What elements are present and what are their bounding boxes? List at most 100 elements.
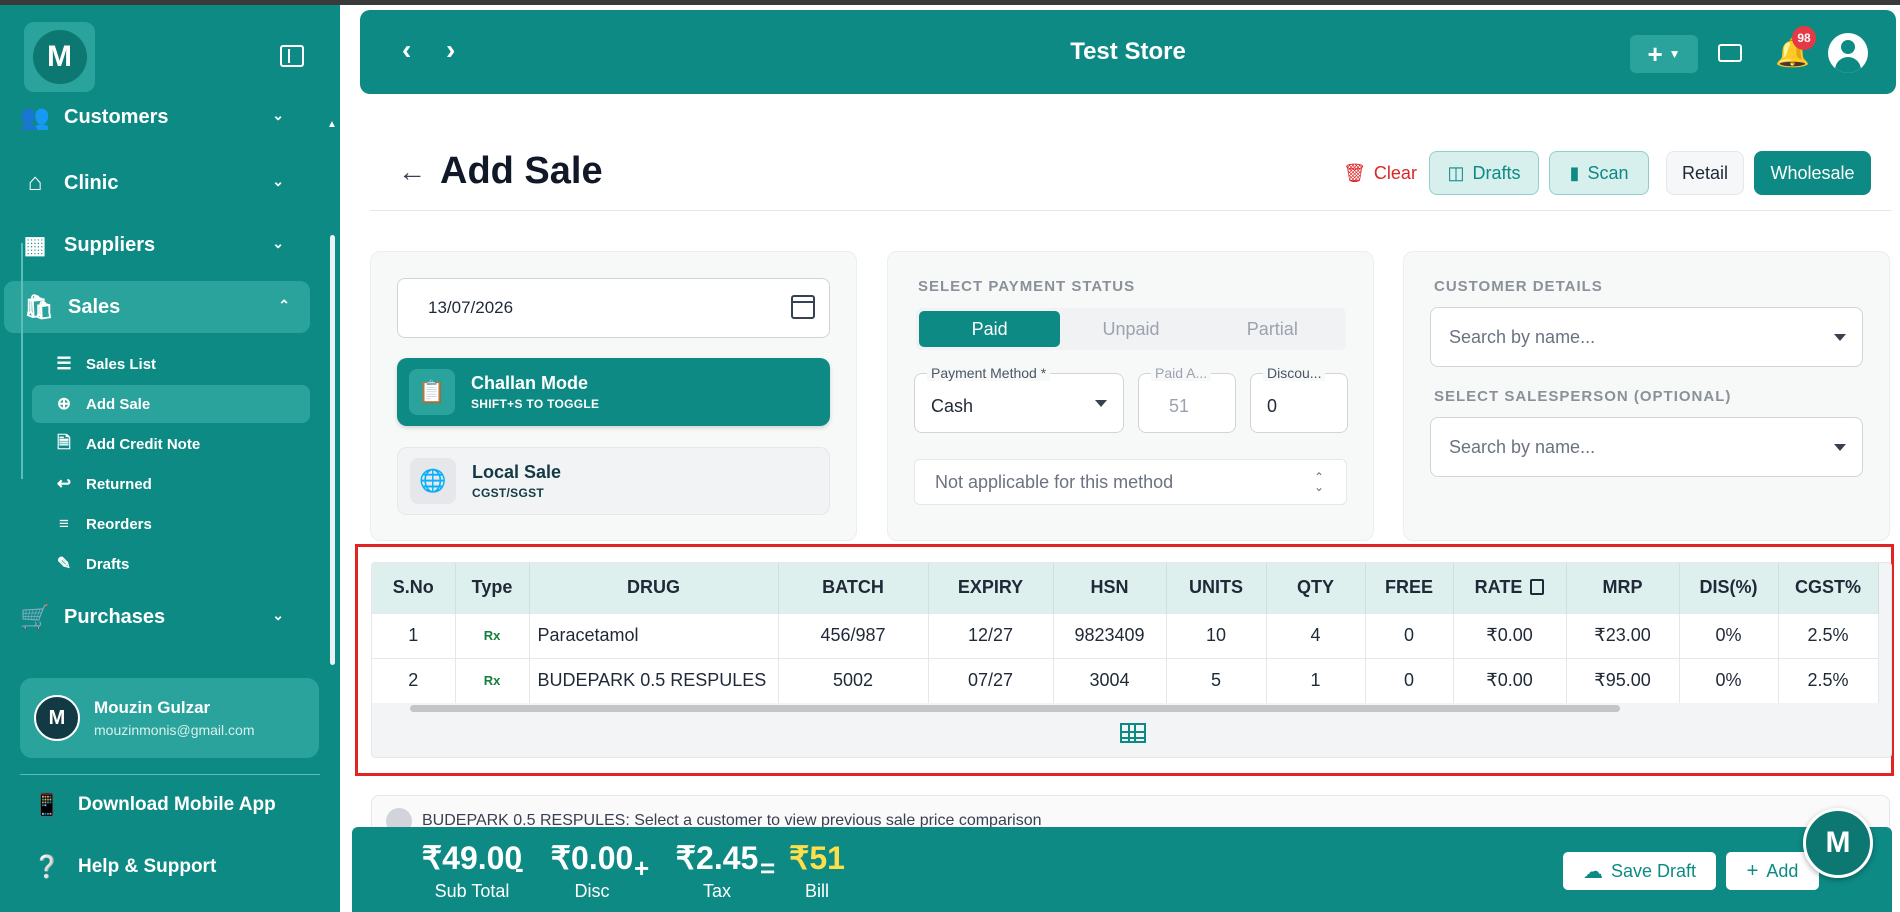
clear-label: Clear xyxy=(1373,162,1417,183)
col-qty[interactable]: QTY xyxy=(1266,563,1366,613)
cell-mrp[interactable]: ₹23.00 xyxy=(1566,612,1680,658)
cell-dis[interactable]: 0% xyxy=(1679,657,1779,703)
col-expiry[interactable]: EXPIRY xyxy=(928,563,1054,613)
profile-icon[interactable] xyxy=(1828,33,1868,73)
page-back-arrow-icon[interactable]: ← xyxy=(398,156,426,188)
cell-drug[interactable]: Paracetamol xyxy=(529,612,779,658)
cell-free[interactable]: 0 xyxy=(1365,612,1454,658)
col-units[interactable]: UNITS xyxy=(1166,563,1267,613)
cell-qty[interactable]: 1 xyxy=(1266,657,1366,703)
cell-rate[interactable]: ₹0.00 xyxy=(1453,657,1567,703)
col-rate[interactable]: RATE xyxy=(1453,563,1567,613)
save-draft-button[interactable]: ☁ Save Draft xyxy=(1562,851,1717,891)
local-sale-toggle[interactable]: 🌐 Local Sale CGST/SGST xyxy=(397,447,830,515)
salesperson-search-select[interactable]: Search by name... xyxy=(1430,417,1863,477)
cell-hsn[interactable]: 9823409 xyxy=(1053,612,1167,658)
col-mrp[interactable]: MRP xyxy=(1566,563,1680,613)
calculator-icon[interactable] xyxy=(1530,579,1545,596)
cell-expiry[interactable]: 07/27 xyxy=(928,657,1054,703)
drafts-button[interactable]: ◫ Drafts xyxy=(1429,151,1539,195)
sidebar-divider xyxy=(20,774,320,775)
bill-summary-footer: ₹49.00 Sub Total - ₹0.00 Disc + ₹2.45 Ta… xyxy=(352,827,1892,912)
table-row[interactable]: 1 Rx Paracetamol 456/987 12/27 9823409 1… xyxy=(372,612,1879,658)
drafts-label: Drafts xyxy=(1472,162,1521,183)
app-logo[interactable]: M xyxy=(24,22,95,92)
save-draft-label: Save Draft xyxy=(1610,860,1697,881)
payment-status-paid[interactable]: Paid xyxy=(919,311,1061,347)
col-hsn[interactable]: HSN xyxy=(1053,563,1167,613)
quick-add-button[interactable]: + ▼ xyxy=(1630,35,1698,73)
menu-icon: ≡ xyxy=(59,514,69,533)
col-rate-label: RATE xyxy=(1474,577,1523,598)
cell-free[interactable]: 0 xyxy=(1365,657,1454,703)
subitem-label: Add Credit Note xyxy=(86,435,201,453)
challan-mode-toggle[interactable]: 📋 Challan Mode SHIFT+S TO TOGGLE xyxy=(397,358,830,426)
subitem-label: Add Sale xyxy=(86,395,151,413)
sidebar-item-label: Sales xyxy=(68,295,121,318)
cell-batch[interactable]: 456/987 xyxy=(778,612,929,658)
discount-summary: ₹0.00 Disc xyxy=(534,839,650,902)
cell-qty[interactable]: 4 xyxy=(1266,612,1366,658)
sidebar-item-clinic[interactable]: ⌂ Clinic ⌄ xyxy=(0,157,320,209)
cell-cgst[interactable]: 2.5% xyxy=(1778,612,1879,658)
sidebar-collapse-icon[interactable] xyxy=(280,45,304,67)
payment-method-select[interactable]: Payment Method * Cash xyxy=(914,365,1124,433)
sidebar-subitem-add-sale[interactable]: ⊕ Add Sale xyxy=(32,385,310,423)
col-sno[interactable]: S.No xyxy=(372,563,456,613)
scroll-up-arrow-icon[interactable]: ▲ xyxy=(327,119,337,130)
col-free[interactable]: FREE xyxy=(1365,563,1454,613)
keyboard-icon[interactable] xyxy=(1718,44,1742,62)
cell-cgst[interactable]: 2.5% xyxy=(1778,657,1879,703)
payment-status-unpaid[interactable]: Unpaid xyxy=(1060,311,1201,347)
payment-status-selector: Paid Unpaid Partial xyxy=(916,308,1346,350)
sidebar-item-label: Customers xyxy=(64,105,169,128)
col-cgst[interactable]: CGST% xyxy=(1778,563,1879,613)
user-card[interactable]: M Mouzin Gulzar mouzinmonis@gmail.com xyxy=(20,678,319,758)
cell-units[interactable]: 5 xyxy=(1166,657,1267,703)
payment-status-label: SELECT PAYMENT STATUS xyxy=(918,278,1136,295)
help-label: Help & Support xyxy=(78,856,217,877)
cell-hsn[interactable]: 3004 xyxy=(1053,657,1167,703)
payment-status-partial[interactable]: Partial xyxy=(1202,311,1343,347)
col-drug[interactable]: DRUG xyxy=(529,563,779,613)
customer-search-placeholder: Search by name... xyxy=(1449,326,1596,347)
download-mobile-app-link[interactable]: 📱 Download Mobile App xyxy=(30,785,275,825)
sidebar-item-suppliers[interactable]: ▦ Suppliers ⌄ xyxy=(0,219,320,271)
clear-button[interactable]: 🗑 Clear xyxy=(1330,151,1430,195)
col-type[interactable]: Type xyxy=(455,563,530,613)
cell-drug[interactable]: BUDEPARK 0.5 RESPULES xyxy=(529,657,779,703)
paid-amount-field[interactable]: Paid A... 51 xyxy=(1138,365,1236,433)
cell-units[interactable]: 10 xyxy=(1166,612,1267,658)
sidebar-subitem-sales-list[interactable]: ☰ Sales List xyxy=(32,345,310,383)
sidebar-item-sales[interactable]: 🛍 Sales ⌃ xyxy=(4,281,310,333)
col-batch[interactable]: BATCH xyxy=(778,563,929,613)
scan-button[interactable]: ▮ Scan xyxy=(1549,151,1649,195)
col-dis[interactable]: DIS(%) xyxy=(1679,563,1779,613)
wholesale-button[interactable]: Wholesale xyxy=(1754,151,1871,195)
cell-batch[interactable]: 5002 xyxy=(778,657,929,703)
sidebar-item-purchases[interactable]: 🛒 Purchases ⌄ xyxy=(0,591,320,643)
sidebar-scrollbar[interactable] xyxy=(330,235,335,665)
sidebar-subitem-add-credit-note[interactable]: 🗎 Add Credit Note xyxy=(32,425,310,463)
calendar-icon[interactable] xyxy=(791,295,815,319)
cell-rate[interactable]: ₹0.00 xyxy=(1453,612,1567,658)
sidebar-nav: 👥 Customers ⌄ ⌂ Clinic ⌄ ▦ Suppliers ⌄ 🛍… xyxy=(0,105,340,645)
help-support-link[interactable]: ❔ Help & Support xyxy=(30,847,216,887)
table-grid-icon[interactable] xyxy=(1120,723,1146,743)
cell-expiry[interactable]: 12/27 xyxy=(928,612,1054,658)
sidebar-subitem-reorders[interactable]: ≡ Reorders xyxy=(32,505,310,543)
subitem-label: Returned xyxy=(86,475,152,493)
payment-account-select[interactable]: Not applicable for this method ⌃ ⌄ xyxy=(914,459,1347,505)
sidebar-subitem-drafts[interactable]: ✎ Drafts xyxy=(32,545,310,583)
assistant-bot-button[interactable]: M xyxy=(1803,808,1873,878)
table-row[interactable]: 2 Rx BUDEPARK 0.5 RESPULES 5002 07/27 30… xyxy=(372,657,1879,703)
retail-button[interactable]: Retail xyxy=(1666,151,1744,195)
customer-search-select[interactable]: Search by name... xyxy=(1430,307,1863,367)
sale-date-field[interactable]: 13/07/2026 xyxy=(397,278,830,338)
sidebar-item-customers[interactable]: 👥 Customers ⌄ xyxy=(0,105,320,143)
cell-mrp[interactable]: ₹95.00 xyxy=(1566,657,1680,703)
cell-dis[interactable]: 0% xyxy=(1679,612,1779,658)
table-horizontal-scrollbar[interactable] xyxy=(410,705,1620,712)
discount-field[interactable]: Discou... 0 xyxy=(1250,365,1348,433)
sidebar-subitem-returned[interactable]: ↩ Returned xyxy=(32,465,310,503)
